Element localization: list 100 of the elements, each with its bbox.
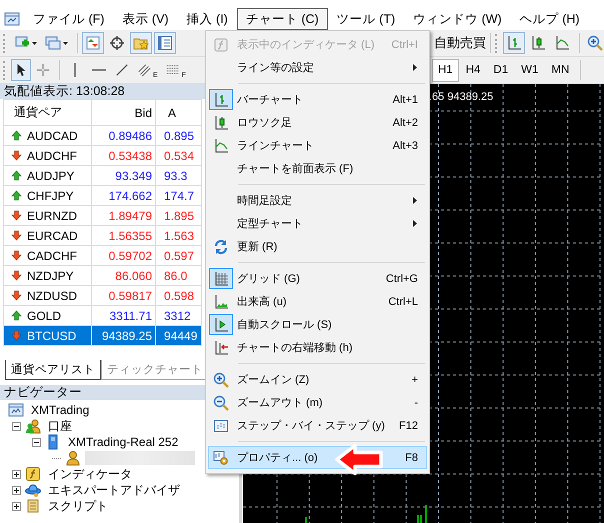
bid-price: 0.59817: [108, 288, 152, 302]
drawing-tool-button[interactable]: [11, 59, 31, 81]
quote-row[interactable]: AUDJPY 93.349 93.3: [4, 166, 202, 186]
candlestick-icon: [213, 114, 229, 130]
symbol-label: AUDCAD: [27, 128, 78, 142]
timeframe-button[interactable]: H4: [460, 58, 486, 82]
caret-icon: [63, 42, 68, 44]
tree-item[interactable]: エキスパートアドバイザ: [48, 482, 180, 498]
zoom-in-icon: [213, 372, 229, 388]
zoom-in-icon: [587, 35, 603, 51]
ask-price: 1.563: [164, 228, 194, 242]
properties-icon: [213, 450, 229, 466]
menu-item[interactable]: ファイル (F): [24, 8, 114, 30]
person-icon: [65, 450, 81, 466]
quote-row[interactable]: AUDCHF 0.53438 0.534: [4, 146, 202, 166]
quote-row[interactable]: CHFJPY 174.662 174.7: [4, 186, 202, 206]
chart-price-label: .65 94389.25: [429, 91, 494, 103]
menu-item[interactable]: 時間足設定: [208, 189, 427, 212]
menu-item[interactable]: 定型チャート: [208, 212, 427, 235]
expand-toggle[interactable]: [12, 486, 21, 494]
ask-price: 0.895: [164, 128, 194, 142]
shortcut-label: F12: [399, 420, 418, 432]
tree-item[interactable]: XMTrading-Real 252: [68, 435, 178, 449]
refresh-icon: [213, 238, 229, 254]
menu-item[interactable]: ウィンドウ (W): [404, 8, 511, 30]
tree-item[interactable]: 口座: [48, 418, 72, 434]
ask-price: 93.3: [164, 168, 188, 182]
column-header[interactable]: Bid: [92, 100, 156, 126]
line-chart-icon: [554, 35, 570, 51]
tree-item[interactable]: インディケータ: [48, 466, 132, 482]
menu-item[interactable]: 挿入 (I): [178, 8, 237, 30]
tree-item[interactable]: XMTrading: [31, 403, 90, 417]
shortcut-label: Ctrl+L: [388, 296, 418, 308]
bid-price: 0.59702: [108, 248, 152, 262]
bid-price: 93.349: [115, 168, 152, 182]
menu-item[interactable]: ロウソク足 Alt+2: [208, 111, 427, 134]
menu-item[interactable]: ライン等の設定: [208, 56, 427, 79]
panel-tab[interactable]: 通貨ペアリスト: [5, 360, 101, 380]
quote-row[interactable]: EURNZD 1.89479 1.895: [4, 206, 202, 226]
quote-row[interactable]: AUDCAD 0.89486 0.895: [4, 126, 202, 146]
vertical-line-icon: [74, 63, 76, 77]
line-chart-icon: [213, 138, 229, 154]
app-icon: [4, 11, 20, 27]
collapse-toggle[interactable]: [32, 438, 41, 446]
ask-price: 94449: [164, 328, 198, 342]
quote-row[interactable]: NZDJPY 86.060 86.0: [4, 266, 202, 286]
bid-price: 1.89479: [108, 208, 152, 222]
submenu-arrow-icon: [413, 64, 417, 71]
column-header[interactable]: A: [156, 100, 202, 126]
symbol-label: GOLD: [27, 308, 62, 322]
trend-line-icon: [115, 63, 129, 77]
menu-item[interactable]: 表示 (V): [113, 8, 178, 30]
timeframe-button[interactable]: W1: [515, 58, 544, 82]
symbol-label: AUDCHF: [27, 148, 77, 162]
menu-item[interactable]: 更新 (R): [208, 235, 427, 258]
quote-row[interactable]: BTCUSD 94389.25 94449: [4, 326, 202, 346]
shortcut-label: Alt+2: [392, 116, 418, 128]
shortcut-label: Alt+3: [392, 140, 418, 152]
quote-row[interactable]: CADCHF 0.59702 0.597: [4, 246, 202, 266]
crosshair-icon: [109, 35, 125, 51]
ask-price: 174.7: [164, 188, 194, 202]
channel-icon: [137, 63, 151, 77]
broker-icon: [8, 402, 24, 418]
symbol-label: NZDUSD: [27, 288, 77, 302]
timeframe-button[interactable]: MN: [545, 58, 576, 82]
auto-scroll-icon: [213, 316, 229, 332]
menu-item[interactable]: ツール (T): [328, 8, 404, 30]
hat-icon: [25, 482, 41, 498]
timeframe-button[interactable]: H1: [432, 58, 459, 82]
function-icon: [25, 466, 41, 482]
shortcut-label: Ctrl+I: [391, 38, 418, 50]
menu-item[interactable]: チャートを前面表示 (F): [208, 157, 427, 180]
autotrading-button[interactable]: 自動売買: [432, 34, 486, 52]
fibonacci-icon: [166, 63, 180, 77]
terminal-icon: [157, 35, 173, 51]
toolbar-button[interactable]: [503, 32, 525, 54]
column-header[interactable]: 通貨ペア: [4, 100, 92, 126]
bar-chart-icon: [506, 35, 522, 51]
menu-item[interactable]: ステップ・バイ・ステップ (y) F12: [208, 414, 427, 437]
menu-item[interactable]: 自動スクロール (S): [208, 313, 427, 336]
menu-item[interactable]: チャート (C): [236, 8, 328, 30]
expand-toggle[interactable]: [12, 470, 21, 478]
collapse-toggle[interactable]: [12, 422, 21, 430]
quote-row[interactable]: NZDUSD 0.59817 0.598: [4, 286, 202, 306]
scroll-icon: [25, 498, 41, 514]
menu-item[interactable]: ヘルプ (H): [510, 8, 589, 30]
quote-row[interactable]: EURCAD 1.56355 1.563: [4, 226, 202, 246]
zoom-out-icon: [213, 394, 229, 410]
menu-item[interactable]: ラインチャート Alt+3: [208, 134, 427, 157]
submenu-arrow-icon: [413, 197, 417, 204]
timeframe-button[interactable]: D1: [487, 58, 514, 82]
ask-price: 0.597: [164, 248, 194, 262]
chart-shift-icon: [213, 340, 229, 356]
menu-item[interactable]: グリッド (G) Ctrl+G: [208, 267, 427, 290]
menu-item[interactable]: チャートの右端移動 (h): [208, 336, 427, 359]
step-icon: [213, 418, 229, 434]
expand-toggle[interactable]: [12, 502, 21, 510]
bid-price: 86.060: [115, 268, 152, 282]
menu-item[interactable]: 出来高 (u) Ctrl+L: [208, 290, 427, 313]
tree-item[interactable]: スクリプト: [48, 498, 108, 514]
